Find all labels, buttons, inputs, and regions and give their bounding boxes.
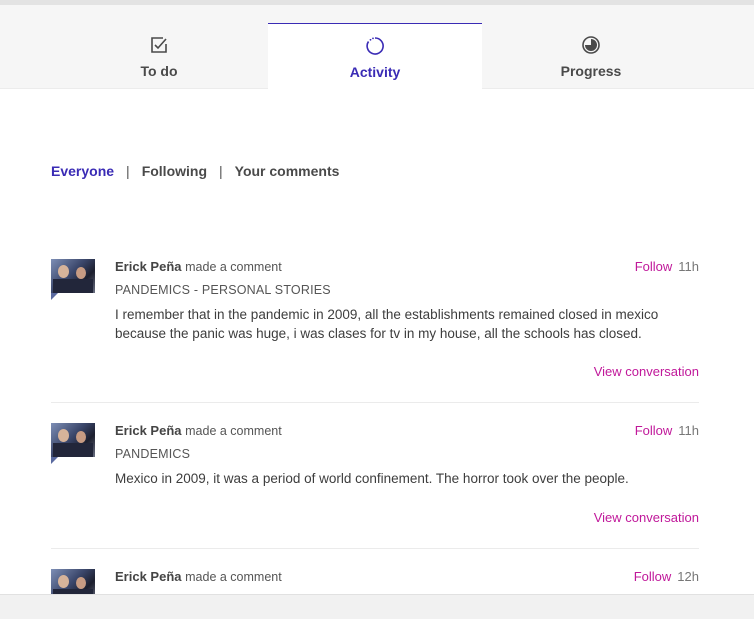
- comment-action: made a comment: [185, 570, 282, 584]
- comment-header: Erick Peña made a comment Follow 12h: [115, 569, 699, 587]
- follow-button[interactable]: Follow: [635, 259, 673, 274]
- checkbox-edit-icon: [151, 37, 167, 53]
- avatar-tail: [51, 457, 58, 464]
- activity-spinner-icon: [366, 37, 384, 55]
- comment-action: made a comment: [185, 260, 282, 274]
- tab-to-do[interactable]: To do: [51, 5, 267, 88]
- comment-time: 11h: [678, 423, 699, 438]
- comment-time: 11h: [678, 259, 699, 274]
- tab-bar: To do Activity Progress: [0, 5, 754, 108]
- progress-ring-icon: [582, 36, 600, 54]
- tab-activity[interactable]: Activity: [268, 23, 482, 108]
- tab-to-do-label: To do: [140, 63, 178, 79]
- comment-item: Erick Peña made a comment Follow 11h PAND…: [51, 423, 699, 533]
- filter-separator: |: [219, 163, 223, 179]
- activity-filters: Everyone | Following | Your comments: [51, 163, 339, 179]
- tab-progress[interactable]: Progress: [483, 5, 699, 88]
- comment-text: I remember that in the pandemic in 2009,…: [115, 307, 659, 341]
- avatar-tail: [51, 293, 58, 300]
- comment-text: Mexico in 2009, it was a period of world…: [115, 471, 629, 486]
- follow-button[interactable]: Follow: [635, 423, 673, 438]
- step-title[interactable]: PANDEMICS - PERSONAL STORIES: [115, 283, 331, 297]
- comment-time: 12h: [677, 569, 699, 584]
- comment-action: made a comment: [185, 424, 282, 438]
- filter-everyone[interactable]: Everyone: [51, 163, 114, 179]
- filter-following[interactable]: Following: [142, 163, 207, 179]
- bottom-bar: [0, 594, 754, 619]
- tab-activity-label: Activity: [349, 64, 401, 80]
- avatar[interactable]: [51, 259, 95, 293]
- follow-button[interactable]: Follow: [634, 569, 672, 584]
- view-conversation-link[interactable]: View conversation: [594, 510, 699, 525]
- avatar[interactable]: [51, 423, 95, 457]
- author-name[interactable]: Erick Peña: [115, 569, 182, 584]
- author-name[interactable]: Erick Peña: [115, 423, 182, 438]
- filter-separator: |: [126, 163, 130, 179]
- divider: [51, 402, 699, 403]
- comment-item: Erick Peña made a comment Follow 11h PAND…: [51, 259, 699, 389]
- comment-item: Erick Peña made a comment Follow 12h: [51, 569, 699, 594]
- divider: [51, 548, 699, 549]
- view-conversation-link[interactable]: View conversation: [594, 364, 699, 379]
- filter-your-comments[interactable]: Your comments: [235, 163, 340, 179]
- comment-header: Erick Peña made a comment Follow 11h: [115, 423, 699, 441]
- tab-progress-label: Progress: [560, 63, 622, 79]
- comment-header: Erick Peña made a comment Follow 11h: [115, 259, 699, 277]
- author-name[interactable]: Erick Peña: [115, 259, 182, 274]
- avatar[interactable]: [51, 569, 95, 594]
- step-title[interactable]: PANDEMICS: [115, 447, 190, 461]
